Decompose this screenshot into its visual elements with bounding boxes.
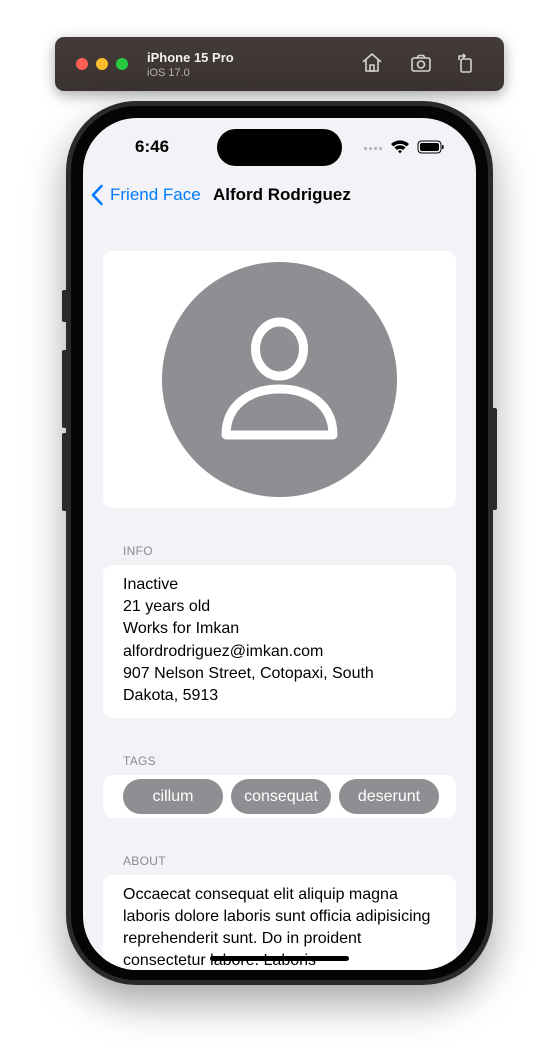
age-text: 21 years old <box>123 598 211 615</box>
home-indicator[interactable] <box>210 956 349 961</box>
action-button[interactable] <box>62 290 67 322</box>
back-button[interactable]: Friend Face <box>91 180 201 210</box>
volume-up-button[interactable] <box>62 350 67 428</box>
rotate-icon[interactable] <box>454 51 478 75</box>
back-button-label: Friend Face <box>110 185 201 204</box>
dynamic-island <box>217 129 342 166</box>
tag-chip[interactable]: cillum <box>123 779 223 814</box>
simulator-device-name: iPhone 15 Pro <box>147 50 234 65</box>
simulator-toolbar: iPhone 15 Pro iOS 17.0 <box>55 37 504 91</box>
close-window-button[interactable] <box>76 58 88 70</box>
power-button[interactable] <box>492 408 497 510</box>
chevron-left-icon <box>91 184 103 206</box>
avatar-card <box>103 251 456 508</box>
email-text: alfordrodriguez@imkan.com <box>123 643 324 660</box>
device-screen: 6:46 Friend Face Alford Rodriguez INFO I… <box>83 118 476 970</box>
status-time: 6:46 <box>135 137 170 156</box>
status-text: Inactive <box>123 576 179 593</box>
minimize-window-button[interactable] <box>96 58 108 70</box>
tags-card: cillum consequat deserunt <box>103 775 456 818</box>
home-icon[interactable] <box>360 51 384 75</box>
signal-icon <box>364 147 382 150</box>
screenshot-icon[interactable] <box>409 51 433 75</box>
status-icons <box>364 138 444 156</box>
simulator-os-version: iOS 17.0 <box>147 67 190 79</box>
person-icon <box>221 317 338 440</box>
info-section-header: INFO <box>123 544 153 558</box>
battery-icon <box>417 140 444 154</box>
zoom-window-button[interactable] <box>116 58 128 70</box>
tag-chip[interactable]: consequat <box>231 779 331 814</box>
page-title: Alford Rodriguez <box>213 185 351 204</box>
about-section-header: ABOUT <box>123 854 166 868</box>
tag-chip[interactable]: deserunt <box>339 779 439 814</box>
company-text: Works for Imkan <box>123 620 240 637</box>
tags-section-header: TAGS <box>123 754 156 768</box>
address-text: 907 Nelson Street, Cotopaxi, South <box>123 665 374 682</box>
volume-down-button[interactable] <box>62 433 67 511</box>
navigation-bar: Friend Face Alford Rodriguez <box>83 180 476 210</box>
avatar <box>162 262 397 497</box>
wifi-icon <box>391 140 409 154</box>
address-text-continued: Dakota, 5913 <box>123 687 219 704</box>
info-card: Inactive 21 years old Works for Imkan al… <box>103 565 456 718</box>
